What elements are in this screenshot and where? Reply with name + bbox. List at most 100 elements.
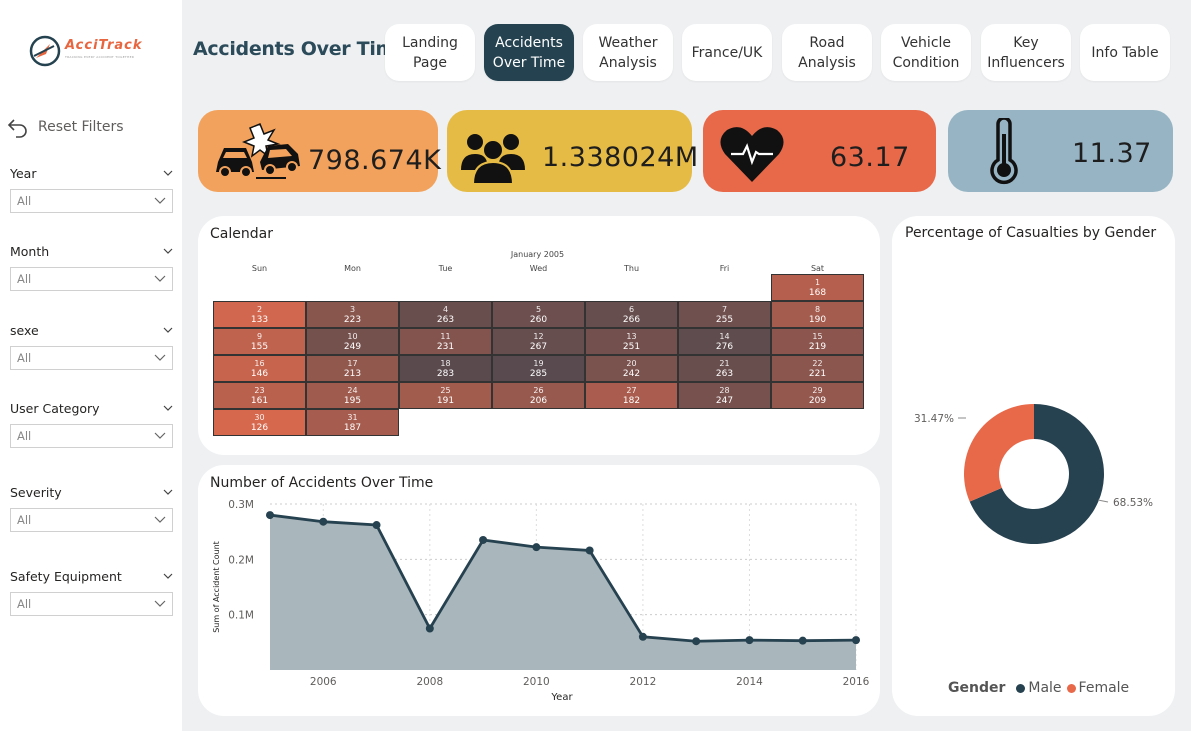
calendar-day-cell[interactable]: 10 249	[306, 328, 399, 355]
slicer-dropdown[interactable]: All	[10, 267, 173, 291]
donut-slice-female[interactable]	[964, 404, 1034, 502]
legend-title: Gender	[948, 680, 1006, 696]
data-point[interactable]	[372, 521, 381, 530]
slicer-dropdown[interactable]: All	[10, 424, 173, 448]
calendar-title: Calendar	[210, 226, 273, 242]
calendar-day-cell[interactable]: 2 133	[213, 301, 306, 328]
data-point[interactable]	[425, 624, 434, 633]
calendar-day-value: 251	[622, 342, 641, 352]
people-icon	[461, 134, 525, 184]
tab-road-analysis[interactable]: Road Analysis	[782, 24, 872, 81]
data-point[interactable]	[638, 632, 647, 641]
calendar-day-cell[interactable]: 12 267	[492, 328, 585, 355]
calendar-day-cell[interactable]: 27 182	[585, 382, 678, 409]
chevron-down-icon	[163, 489, 173, 495]
slicer-dropdown[interactable]: All	[10, 592, 173, 616]
data-point[interactable]	[745, 636, 754, 645]
calendar-day-number: 5	[535, 305, 542, 314]
calendar-day-cell[interactable]: 11 231	[399, 328, 492, 355]
slicer-header[interactable]: sexe	[10, 320, 173, 340]
calendar-day-number: 15	[812, 332, 823, 341]
data-point[interactable]	[692, 637, 701, 646]
legend-male-swatch	[1016, 683, 1026, 693]
calendar-day-cell[interactable]: 29 209	[771, 382, 864, 409]
calendar-day-value: 231	[436, 342, 455, 352]
calendar-day-number: 20	[626, 359, 637, 368]
data-point[interactable]	[852, 636, 860, 645]
calendar-day-cell[interactable]: 5 260	[492, 301, 585, 328]
tab-weather-analysis[interactable]: Weather Analysis	[583, 24, 673, 81]
tab-key-influencers[interactable]: Key Influencers	[981, 24, 1071, 81]
calendar-day-cell[interactable]: 31 187	[306, 409, 399, 436]
calendar-day-number: 14	[719, 332, 730, 341]
sidebar: AcciTrack TRACKING EVERY ACCIDENT TOGETH…	[0, 0, 182, 731]
calendar-day-value: 283	[436, 369, 455, 379]
slicer-header[interactable]: Month	[10, 241, 173, 261]
data-point[interactable]	[798, 636, 807, 645]
x-tick-label: 2010	[523, 676, 550, 688]
reset-filters-button[interactable]: Reset Filters	[6, 115, 124, 139]
slicer-header[interactable]: Severity	[10, 482, 173, 502]
calendar-day-cell[interactable]: 19 285	[492, 355, 585, 382]
calendar-day-cell[interactable]: 24 195	[306, 382, 399, 409]
calendar-day-cell[interactable]: 22 221	[771, 355, 864, 382]
calendar-day-cell[interactable]: 17 213	[306, 355, 399, 382]
data-point[interactable]	[532, 543, 541, 552]
calendar-day-number: 17	[347, 359, 358, 368]
x-tick-label: 2006	[310, 676, 337, 688]
calendar-day-number: 19	[533, 359, 544, 368]
slicer-month: Month All	[10, 241, 173, 291]
kpi-card-accidents: 798.674K	[198, 110, 442, 192]
calendar-day-cell[interactable]: 30 126	[213, 409, 306, 436]
data-point[interactable]	[266, 511, 274, 520]
calendar-day-cell[interactable]: 16 146	[213, 355, 306, 382]
calendar-day-cell[interactable]: 6 266	[585, 301, 678, 328]
tab-info-table[interactable]: Info Table	[1080, 24, 1170, 81]
calendar-day-cell[interactable]: 13 251	[585, 328, 678, 355]
calendar-day-cell[interactable]: 18 283	[399, 355, 492, 382]
calendar-day-value: 223	[343, 315, 362, 325]
chevron-down-icon	[154, 432, 166, 439]
slicer-header[interactable]: Safety Equipment	[10, 566, 173, 586]
calendar-day-cell[interactable]: 23 161	[213, 382, 306, 409]
tab-landing-page[interactable]: Landing Page	[385, 24, 475, 81]
slicer-header[interactable]: User Category	[10, 398, 173, 418]
slicer-dropdown[interactable]: All	[10, 346, 173, 370]
kpi-accidents-value: 798.674K	[308, 145, 442, 176]
calendar-day-value: 247	[715, 396, 734, 406]
slicer-user-category: User Category All	[10, 398, 173, 448]
calendar-day-cell[interactable]: 8 190	[771, 301, 864, 328]
slicer-dropdown[interactable]: All	[10, 189, 173, 213]
calendar-day-cell[interactable]: 21 263	[678, 355, 771, 382]
calendar-day-number: 25	[440, 386, 451, 395]
y-axis-label: Sum of Accident Count	[212, 541, 221, 633]
data-point[interactable]	[319, 517, 328, 526]
calendar-day-cell[interactable]: 25 191	[399, 382, 492, 409]
slicer-header[interactable]: Year	[10, 163, 173, 183]
calendar-day-cell[interactable]: 28 247	[678, 382, 771, 409]
calendar-day-number: 12	[533, 332, 544, 341]
calendar-day-number: 7	[721, 305, 728, 314]
calendar-day-number: 6	[628, 305, 635, 314]
tab-accidents-over-time[interactable]: Accidents Over Time	[484, 24, 574, 81]
calendar-day-cell[interactable]: 15 219	[771, 328, 864, 355]
calendar-day-value: 263	[436, 315, 455, 325]
calendar-day-cell[interactable]: 14 276	[678, 328, 771, 355]
calendar-day-cell[interactable]: 26 206	[492, 382, 585, 409]
tab-vehicle-condition[interactable]: Vehicle Condition	[881, 24, 971, 81]
x-axis-label: Year	[550, 692, 573, 703]
calendar-day-cell[interactable]: 9 155	[213, 328, 306, 355]
calendar-day-cell[interactable]: 4 263	[399, 301, 492, 328]
calendar-month-label: January 2005	[510, 250, 565, 259]
calendar-day-cell[interactable]: 3 223	[306, 301, 399, 328]
data-point[interactable]	[585, 546, 594, 555]
tab-france-uk[interactable]: France/UK	[682, 24, 772, 81]
calendar-day-cell[interactable]: 1 168	[771, 274, 864, 301]
calendar-dow-sat: Sat	[810, 264, 825, 273]
calendar-day-cell[interactable]: 7 255	[678, 301, 771, 328]
slicer-sexe: sexe All	[10, 320, 173, 370]
data-point[interactable]	[479, 535, 488, 544]
calendar-day-value: 187	[343, 423, 362, 433]
slicer-dropdown[interactable]: All	[10, 508, 173, 532]
calendar-day-cell[interactable]: 20 242	[585, 355, 678, 382]
